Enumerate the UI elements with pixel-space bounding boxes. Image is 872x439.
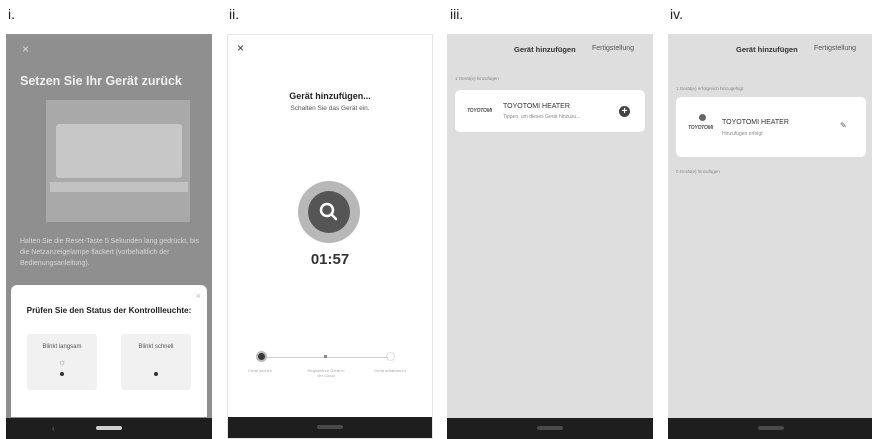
sheet-question: Prüfen Sie den Status der Kontrollleucht…	[26, 306, 192, 315]
page-title: Gerät hinzufügen	[736, 45, 798, 54]
progress-step-active	[256, 351, 267, 362]
home-pill-icon[interactable]	[317, 425, 343, 429]
search-progress-ring	[298, 181, 360, 243]
home-pill-icon[interactable]	[96, 426, 122, 430]
device-status: Hinzufügen erfolgt	[722, 131, 763, 137]
brand-logo: TOYOTOMI	[688, 125, 713, 131]
reset-instructions: Halten Sie die Reset-Taste 5 Sekunden la…	[20, 238, 199, 267]
panel-label-iv: iv.	[670, 6, 683, 22]
progress-step-end	[386, 352, 395, 361]
device-card[interactable]: TOYOTOMI TOYOTOMI HEATER Tippen, um dies…	[455, 90, 645, 132]
done-button[interactable]: Fertigstellung	[592, 45, 634, 52]
phone-screen-reset: × Setzen Sie Ihr Gerät zurück Halten Sie…	[6, 34, 212, 439]
blink-slow-label: Blinkt langsam	[42, 344, 82, 350]
indicator-dot-icon	[154, 372, 158, 376]
add-device-icon[interactable]: +	[619, 106, 630, 117]
close-icon[interactable]: ×	[22, 42, 29, 56]
done-button[interactable]: Fertigstellung	[814, 45, 856, 52]
panel-label-iii: iii.	[450, 6, 464, 22]
close-icon[interactable]: ×	[237, 41, 244, 55]
page-title: Gerät hinzufügen...	[289, 91, 371, 101]
indicator-dot-icon	[60, 372, 64, 376]
search-icon	[319, 202, 338, 221]
home-pill-icon[interactable]	[537, 426, 563, 430]
system-nav-bar	[228, 417, 432, 438]
sheet-close-icon[interactable]: ×	[196, 291, 201, 301]
blink-slow-option[interactable]: Blinkt langsam ☼	[27, 334, 97, 390]
system-nav-bar: ‹	[6, 418, 212, 439]
status-bottom-sheet: × Prüfen Sie den Status der Kontrollleuc…	[11, 285, 207, 417]
edit-pencil-icon[interactable]: ✎	[840, 121, 847, 130]
page-subtitle: Schalten Sie das Gerät ein.	[290, 105, 370, 112]
device-name: TOYOTOMI HEATER	[722, 119, 789, 126]
phone-screen-added: Gerät hinzufügen Fertigstellung 1 Gerät(…	[668, 34, 872, 439]
system-nav-bar	[447, 418, 653, 439]
step-label-1: Gerät suchen	[247, 368, 272, 373]
device-base	[50, 182, 188, 192]
section-header-add: 0 Gerät(e) hinzufügen	[676, 169, 720, 174]
device-card[interactable]: TOYOTOMI TOYOTOMI HEATER Hinzufügen erfo…	[676, 97, 866, 157]
section-header-add: 1 Gerät(e) hinzufügen	[455, 76, 499, 81]
brand-logo: TOYOTOMI	[467, 108, 492, 114]
phone-screen-found: Gerät hinzufügen Fertigstellung 1 Gerät(…	[447, 34, 653, 439]
device-hint: Tippen, um dieses Gerät hinzuzu...	[503, 114, 581, 120]
blink-fast-label: Blinkt schnell	[138, 344, 174, 350]
blink-fast-option[interactable]: Blinkt schnell	[121, 334, 191, 390]
device-name: TOYOTOMI HEATER	[503, 103, 570, 110]
section-header-success: 1 Gerät(e) erfolgreich hinzugefügt	[676, 86, 744, 91]
device-image	[46, 100, 190, 222]
page-title: Gerät hinzufügen	[514, 45, 576, 54]
progress-step-mid	[324, 355, 327, 358]
page-title: Setzen Sie Ihr Gerät zurück	[20, 74, 182, 88]
bulb-icon: ☼	[58, 357, 67, 367]
home-pill-icon[interactable]	[758, 426, 784, 430]
device-body	[56, 124, 182, 178]
phone-screen-searching: × Gerät hinzufügen... Schalten Sie das G…	[227, 34, 433, 439]
step-label-3: Gerät initialisieren	[373, 368, 406, 373]
step-label-2: Registrieren Gerät in der Cloud	[307, 368, 345, 378]
countdown-timer: 01:57	[310, 251, 350, 268]
panel-label-ii: ii.	[229, 6, 240, 22]
success-check-icon	[698, 113, 707, 122]
panel-label-i: i.	[8, 6, 15, 22]
back-icon[interactable]: ‹	[52, 424, 55, 433]
system-nav-bar	[668, 418, 872, 439]
